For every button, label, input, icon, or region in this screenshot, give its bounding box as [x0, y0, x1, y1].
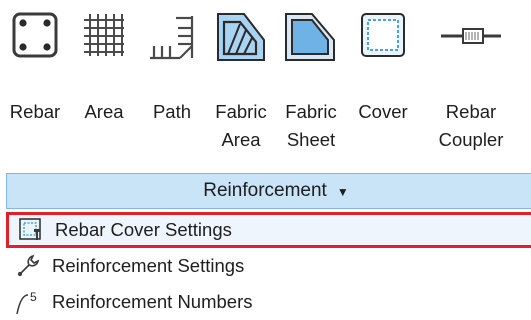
menu-item-reinforcement-settings[interactable]: Reinforcement Settings	[6, 248, 531, 284]
menu-item-reinforcement-numbers[interactable]: 5 Reinforcement Numbers	[6, 284, 531, 320]
area-tool-button[interactable]: Area	[75, 10, 133, 165]
cover-icon	[352, 10, 414, 70]
fabric-sheet-tool-button[interactable]: Fabric Sheet	[280, 10, 342, 165]
svg-text:5: 5	[30, 290, 37, 304]
menu-item-label: Reinforcement Numbers	[52, 291, 253, 312]
area-icon	[75, 10, 133, 70]
fabric-sheet-tool-label: Fabric Sheet	[285, 101, 337, 150]
cover-tool-button[interactable]: Cover	[352, 10, 414, 165]
rebar-tool-button[interactable]: Rebar	[6, 10, 64, 165]
menu-item-label: Reinforcement Settings	[52, 255, 245, 276]
rebar-icon	[6, 10, 64, 70]
fabric-sheet-icon	[280, 10, 342, 70]
panel-title-label: Reinforcement	[203, 180, 327, 201]
rebar-coupler-tool-button[interactable]: Rebar Coupler	[432, 10, 510, 165]
reinforcement-numbers-icon: 5	[14, 288, 42, 316]
path-tool-label: Path	[152, 101, 192, 122]
menu-item-rebar-cover-settings[interactable]: Rebar Cover Settings	[6, 212, 531, 248]
rebar-coupler-tool-label: Rebar Coupler	[438, 101, 504, 150]
fabric-area-tool-button[interactable]: Fabric Area	[212, 10, 270, 165]
rebar-coupler-icon	[432, 10, 510, 70]
fabric-area-icon	[212, 10, 270, 70]
chevron-down-icon: ▼	[336, 185, 349, 199]
reinforcement-panel-dropdown[interactable]: Reinforcement ▼	[6, 173, 531, 209]
path-tool-button[interactable]: Path	[143, 10, 201, 165]
cover-tool-label: Cover	[358, 101, 408, 122]
rebar-tool-label: Rebar	[9, 101, 61, 122]
wrench-icon	[14, 252, 42, 280]
fabric-area-tool-label: Fabric Area	[215, 101, 267, 150]
area-tool-label: Area	[84, 101, 124, 122]
rebar-cover-settings-icon	[17, 216, 45, 244]
menu-item-label: Rebar Cover Settings	[55, 219, 232, 240]
path-icon	[143, 10, 201, 70]
reinforcement-ribbon-panel: Rebar Area Path Fabric Area Fabric Sheet…	[0, 0, 531, 209]
